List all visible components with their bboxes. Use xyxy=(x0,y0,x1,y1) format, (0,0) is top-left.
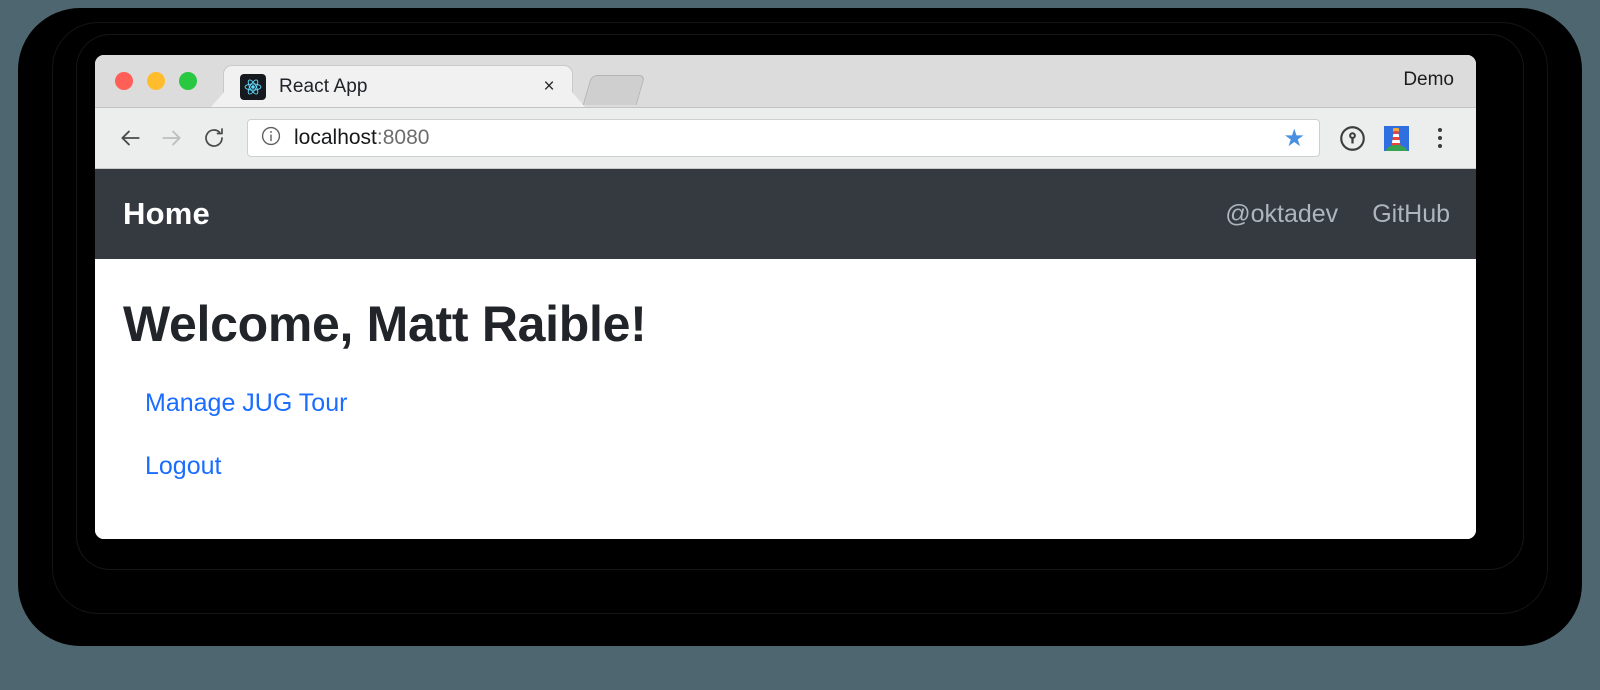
back-button[interactable] xyxy=(109,117,151,159)
app-navbar: Home @oktadev GitHub xyxy=(95,169,1476,259)
url-port: :8080 xyxy=(376,126,430,149)
navbar-brand-home[interactable]: Home xyxy=(123,196,210,232)
profile-name-label[interactable]: Demo xyxy=(1403,69,1454,91)
lighthouse-glyph xyxy=(1383,125,1409,151)
page-title: Welcome, Matt Raible! xyxy=(123,296,647,352)
navbar-link-github[interactable]: GitHub xyxy=(1372,200,1450,229)
react-logo-icon xyxy=(240,73,266,100)
browser-tab-title: React App xyxy=(279,75,368,97)
browser-tab-strip: React App × Demo xyxy=(95,55,1476,108)
url-host: localhost xyxy=(294,126,377,149)
browser-toolbar: localhost:8080 ★ xyxy=(95,108,1476,169)
close-tab-button[interactable]: × xyxy=(538,76,560,98)
navbar-links: @oktadev GitHub xyxy=(1225,200,1450,229)
address-bar[interactable]: localhost:8080 ★ xyxy=(247,119,1320,157)
link-logout[interactable]: Logout xyxy=(145,452,221,481)
reload-button[interactable] xyxy=(193,117,235,159)
screenshot-stage: React App × Demo localhost:8080 ★ Home @… xyxy=(0,0,1600,690)
link-row-manage-jug-tour: Manage JUG Tour xyxy=(123,389,1446,418)
lighthouse-icon[interactable] xyxy=(1374,116,1418,160)
new-tab-button[interactable] xyxy=(582,75,646,105)
minimize-window-button[interactable] xyxy=(147,72,165,90)
star-icon[interactable]: ★ xyxy=(1283,127,1305,151)
maximize-window-button[interactable] xyxy=(179,72,197,90)
page-content: Welcome, Matt Raible! Manage JUG Tour Lo… xyxy=(95,259,1476,481)
link-row-logout: Logout xyxy=(123,452,1446,481)
forward-button[interactable] xyxy=(151,117,193,159)
close-window-button[interactable] xyxy=(115,72,133,90)
link-manage-jug-tour[interactable]: Manage JUG Tour xyxy=(145,389,347,418)
browser-tab-react-app[interactable]: React App × xyxy=(223,65,573,107)
web-page: Home @oktadev GitHub Welcome, Matt Raibl… xyxy=(95,169,1476,539)
info-circle-icon[interactable] xyxy=(260,125,282,152)
kebab-menu-icon[interactable] xyxy=(1418,116,1462,160)
browser-window: React App × Demo localhost:8080 ★ Home @… xyxy=(95,55,1476,539)
onepassword-icon[interactable] xyxy=(1330,116,1374,160)
navbar-link-oktadev[interactable]: @oktadev xyxy=(1225,200,1338,229)
window-controls xyxy=(115,72,197,90)
address-bar-url: localhost:8080 xyxy=(294,126,429,150)
kebab-dots xyxy=(1438,128,1442,148)
